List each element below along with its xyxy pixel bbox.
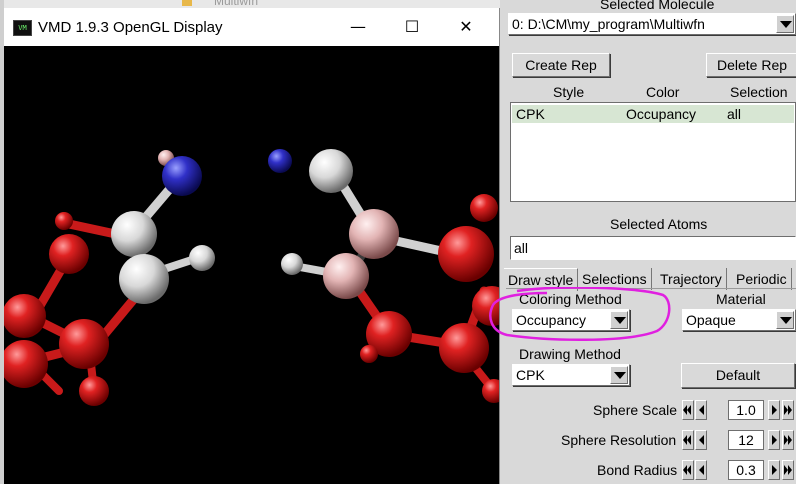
rep-header-color: Color: [646, 84, 680, 100]
sphere-resolution-spinner[interactable]: 12: [682, 429, 796, 451]
tab-trajectory[interactable]: Trajectory: [656, 268, 727, 290]
rep-header-selection: Selection: [730, 84, 788, 100]
material-label: Material: [716, 291, 766, 307]
chevron-down-icon[interactable]: [610, 311, 628, 329]
vmd-app-icon: VM: [13, 20, 32, 36]
tab-selections[interactable]: Selections: [578, 268, 652, 290]
material-dropdown[interactable]: Opaque: [682, 309, 796, 331]
rep-selection-cell: all: [727, 106, 742, 122]
molecule-dropdown[interactable]: 0: D:\CM\my_program\Multiwfn: [508, 13, 796, 35]
background-window-title: Multiwfn: [214, 0, 259, 8]
right-arrow-icon[interactable]: [768, 400, 780, 420]
rep-style-cell: CPK: [516, 106, 545, 122]
minimize-button[interactable]: —: [335, 8, 381, 46]
sphere-resolution-value[interactable]: 12: [728, 430, 764, 450]
double-right-arrow-icon[interactable]: [782, 430, 794, 450]
right-arrow-icon[interactable]: [768, 430, 780, 450]
double-left-arrow-icon[interactable]: [682, 400, 694, 420]
drawing-method-dropdown[interactable]: CPK: [512, 364, 630, 386]
maximize-button[interactable]: ☐: [389, 8, 435, 46]
double-left-arrow-icon[interactable]: [682, 460, 694, 480]
chevron-down-icon[interactable]: [776, 15, 794, 33]
reps-list[interactable]: CPK Occupancy all: [510, 102, 796, 202]
selected-molecule-label: Selected Molecule: [600, 0, 715, 12]
default-button[interactable]: Default: [681, 363, 795, 388]
molecule-dropdown-value: 0: D:\CM\my_program\Multiwfn: [512, 16, 705, 32]
drawing-method-value: CPK: [516, 367, 545, 383]
double-right-arrow-icon[interactable]: [782, 400, 794, 420]
folder-icon: [182, 0, 192, 6]
selected-atoms-label: Selected Atoms: [610, 216, 708, 232]
drawing-method-label: Drawing Method: [519, 346, 621, 362]
bond-radius-value[interactable]: 0.3: [728, 460, 764, 480]
graphical-representations-panel: Selected Molecule 0: D:\CM\my_program\Mu…: [500, 0, 796, 484]
rep-header-style: Style: [553, 84, 585, 100]
bond-radius-label: Bond Radius: [597, 462, 678, 478]
sphere-scale-spinner[interactable]: 1.0: [682, 399, 796, 421]
double-left-arrow-icon[interactable]: [682, 430, 694, 450]
coloring-method-label: Coloring Method: [519, 291, 622, 307]
right-arrow-icon[interactable]: [768, 460, 780, 480]
chevron-down-icon[interactable]: [776, 311, 794, 329]
sphere-resolution-label: Sphere Resolution: [561, 432, 677, 448]
left-arrow-icon[interactable]: [695, 460, 707, 480]
opengl-display-window[interactable]: VM VMD 1.9.3 OpenGL Display — ☐ ✕: [4, 8, 500, 484]
atoms: [4, 149, 499, 406]
rep-color-cell: Occupancy: [626, 106, 697, 122]
window-title-bar[interactable]: VM VMD 1.9.3 OpenGL Display — ☐ ✕: [4, 8, 499, 46]
chevron-down-icon[interactable]: [610, 366, 628, 384]
double-right-arrow-icon[interactable]: [782, 460, 794, 480]
molecule-render-canvas[interactable]: [4, 46, 499, 484]
create-rep-button[interactable]: Create Rep: [512, 53, 610, 77]
left-arrow-icon[interactable]: [695, 430, 707, 450]
bond-radius-spinner[interactable]: 0.3: [682, 459, 796, 481]
selected-atoms-input[interactable]: all: [510, 236, 796, 260]
tab-divider: [506, 288, 796, 289]
tab-periodic[interactable]: Periodic: [732, 268, 792, 290]
delete-rep-button[interactable]: Delete Rep: [706, 53, 796, 77]
window-title: VMD 1.9.3 OpenGL Display: [38, 19, 223, 36]
sphere-scale-value[interactable]: 1.0: [728, 400, 764, 420]
material-value: Opaque: [686, 312, 736, 328]
sphere-scale-label: Sphere Scale: [593, 402, 678, 418]
close-button[interactable]: ✕: [443, 8, 489, 46]
coloring-method-dropdown[interactable]: Occupancy: [512, 309, 630, 331]
left-arrow-icon[interactable]: [695, 400, 707, 420]
coloring-method-value: Occupancy: [516, 312, 587, 328]
rep-row[interactable]: CPK Occupancy all: [512, 105, 794, 123]
